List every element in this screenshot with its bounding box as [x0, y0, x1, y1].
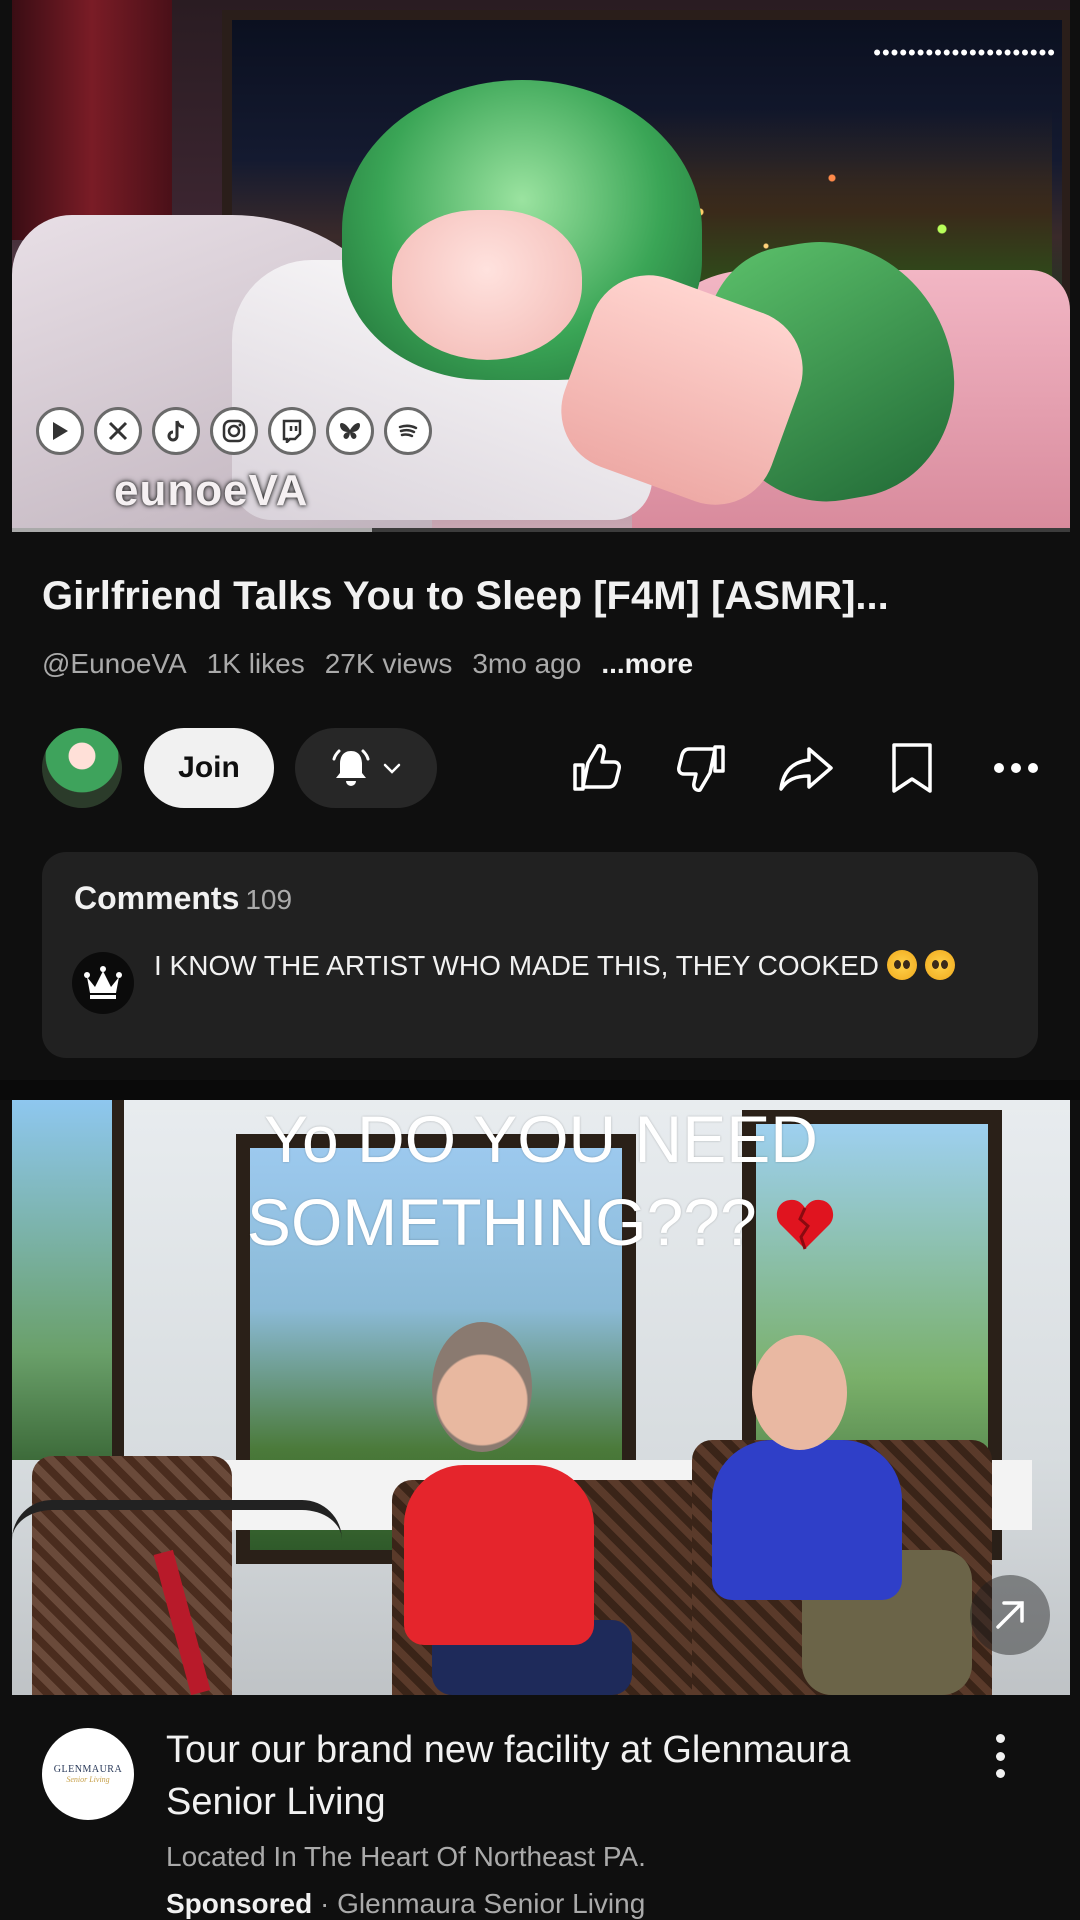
- thumbnail-character-face: [392, 210, 582, 360]
- ad-subtitle: Located In The Heart Of Northeast PA.: [166, 1841, 646, 1872]
- chevron-down-icon: [383, 763, 401, 774]
- advertiser-logo-line-2: Senior Living: [66, 1775, 110, 1784]
- ad-title[interactable]: Tour our brand new facility at Glenmaura…: [166, 1724, 966, 1828]
- upload-age: 3mo ago: [472, 648, 582, 679]
- notification-bell-button[interactable]: [295, 728, 437, 808]
- comments-heading: Comments 109: [74, 880, 292, 917]
- ad-man-head: [752, 1335, 847, 1450]
- video-progress-bar[interactable]: [12, 528, 1070, 532]
- tiktok-icon: [152, 407, 200, 455]
- video-title[interactable]: Girlfriend Talks You to Sleep [F4M] [ASM…: [42, 574, 1042, 619]
- bell-icon: [332, 749, 370, 786]
- video-thumbnail[interactable]: ••••••••••••••••••••• eunoeVA: [12, 0, 1070, 532]
- comments-count: 109: [245, 884, 293, 915]
- like-count: 1K likes: [206, 648, 305, 679]
- youtube-icon: [36, 407, 84, 455]
- pleading-face-emoji-icon: [886, 950, 917, 980]
- channel-handle[interactable]: @EunoeVA: [42, 648, 187, 680]
- video-meta: @EunoeVA 1K likes 27K views 3mo ago ...m…: [42, 648, 693, 680]
- view-count: 27K views: [324, 648, 453, 679]
- thumbnail-curtain: [12, 0, 172, 240]
- broken-heart-icon: [776, 1199, 834, 1250]
- like-icon: [573, 744, 621, 791]
- more-options-button[interactable]: [986, 738, 1046, 798]
- ad-caption-line-2: SOMETHING???: [246, 1185, 757, 1259]
- more-icon: [994, 763, 1038, 773]
- top-comment: I KNOW THE ARTIST WHO MADE THIS, THEY CO…: [154, 944, 1014, 988]
- social-icons-row: [36, 407, 432, 455]
- bluesky-icon: [326, 407, 374, 455]
- x-icon: [94, 407, 142, 455]
- comments-title: Comments: [74, 880, 240, 916]
- instagram-icon: [210, 407, 258, 455]
- sponsored-label: Sponsored: [166, 1888, 313, 1919]
- video-progress-fill: [12, 528, 372, 532]
- channel-brand-watermark: eunoeVA: [114, 466, 309, 515]
- thumbnail-dots: •••••••••••••••••••••: [873, 40, 1056, 65]
- vertical-dots-icon-bottom: [995, 1769, 1005, 1778]
- ad-sponsor-line: Sponsored · Glenmaura Senior Living: [166, 1888, 645, 1920]
- more-link[interactable]: ...more: [601, 648, 693, 680]
- vertical-dots-icon-mid: [995, 1751, 1005, 1761]
- twitch-icon: [268, 407, 316, 455]
- share-button[interactable]: [776, 738, 836, 798]
- sponsor-separator: ·: [320, 1888, 330, 1919]
- comments-section[interactable]: Comments 109 I KNOW THE ARTIST WHO MADE T…: [42, 852, 1038, 1058]
- dislike-icon: [677, 745, 725, 792]
- ad-menu-button[interactable]: [980, 1734, 1020, 1778]
- save-icon: [892, 743, 932, 793]
- commenter-avatar[interactable]: [72, 952, 134, 1014]
- ad-woman-head: [432, 1322, 532, 1452]
- ad-caption-line-2-wrap: SOMETHING???: [12, 1184, 1070, 1260]
- ad-woman-shirt: [404, 1465, 594, 1645]
- crown-icon: [84, 966, 122, 999]
- section-divider: [0, 1080, 1080, 1100]
- ad-caption-line-1: Yo DO YOU NEED: [264, 1102, 818, 1176]
- open-ad-button[interactable]: [970, 1575, 1050, 1655]
- advertiser-name[interactable]: Glenmaura Senior Living: [337, 1888, 645, 1919]
- advertiser-logo[interactable]: GLENMAURA Senior Living: [42, 1728, 134, 1820]
- save-button[interactable]: [882, 738, 942, 798]
- channel-avatar[interactable]: [42, 728, 122, 808]
- ad-video[interactable]: Yo DO YOU NEED SOMETHING???: [12, 1100, 1070, 1695]
- arrow-up-right-icon: [996, 1601, 1024, 1629]
- like-button[interactable]: [566, 738, 626, 798]
- spotify-icon: [384, 407, 432, 455]
- pleading-face-emoji-icon-2: [924, 950, 955, 980]
- share-icon: [779, 747, 833, 791]
- join-button[interactable]: Join: [144, 728, 274, 808]
- ad-man-shirt: [712, 1440, 902, 1600]
- vertical-dots-icon: [995, 1734, 1005, 1743]
- dislike-button[interactable]: [672, 738, 732, 798]
- advertiser-logo-line-1: GLENMAURA: [53, 1764, 123, 1775]
- top-comment-text: I KNOW THE ARTIST WHO MADE THIS, THEY CO…: [154, 950, 880, 981]
